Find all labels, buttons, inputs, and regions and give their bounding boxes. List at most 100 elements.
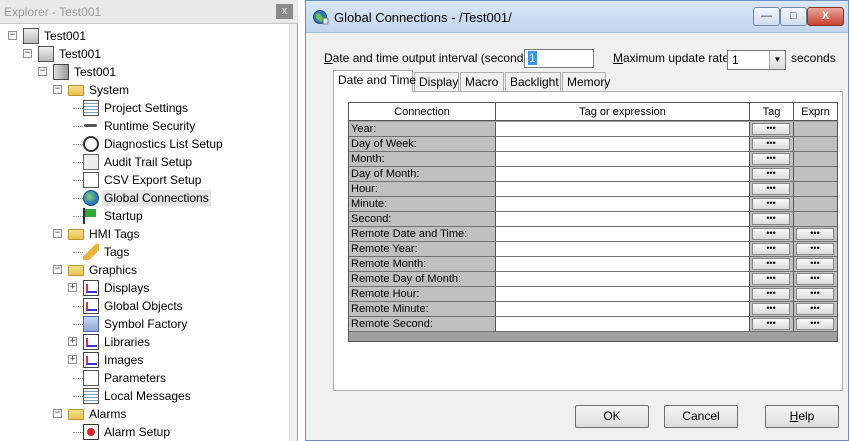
dialog-titlebar[interactable]: Global Connections - /Test001/ — □ X bbox=[306, 1, 848, 33]
tag-expression-cell[interactable] bbox=[496, 242, 750, 257]
collapse-icon[interactable]: − bbox=[53, 409, 62, 418]
tree-item[interactable]: Tags bbox=[0, 243, 290, 261]
tag-browse-button[interactable]: ••• bbox=[752, 213, 790, 225]
expression-editor-button[interactable]: ••• bbox=[796, 318, 834, 330]
ok-button[interactable]: OK bbox=[575, 405, 649, 428]
tree-item[interactable]: + Libraries bbox=[0, 333, 290, 351]
exprn-cell: ••• bbox=[794, 302, 837, 317]
expression-editor-button[interactable]: ••• bbox=[796, 243, 834, 255]
tree-item[interactable]: − Graphics bbox=[0, 261, 290, 279]
tag-expression-cell[interactable] bbox=[496, 197, 750, 212]
help-button[interactable]: Help bbox=[765, 405, 839, 428]
tree-item[interactable]: Global Connections bbox=[0, 189, 290, 207]
expression-editor-button[interactable]: ••• bbox=[796, 228, 834, 240]
interval-value: 1 bbox=[528, 51, 537, 65]
tag-expression-cell[interactable] bbox=[496, 212, 750, 227]
cancel-button[interactable]: Cancel bbox=[664, 405, 738, 428]
tag-browse-button[interactable]: ••• bbox=[752, 228, 790, 240]
tree-connector bbox=[73, 432, 83, 433]
tag-expression-cell[interactable] bbox=[496, 317, 750, 332]
tree-item-label: Alarm Setup bbox=[104, 425, 171, 439]
tag-browse-button[interactable]: ••• bbox=[752, 303, 790, 315]
expand-icon[interactable]: + bbox=[68, 283, 77, 292]
tree-item[interactable]: Startup bbox=[0, 207, 290, 225]
tree-item[interactable]: Runtime Security bbox=[0, 117, 290, 135]
tree-item[interactable]: Alarm Setup bbox=[0, 423, 290, 441]
tag-cell: ••• bbox=[750, 242, 794, 257]
explorer-scrollbar[interactable] bbox=[289, 24, 297, 441]
collapse-icon[interactable]: − bbox=[38, 67, 47, 76]
tree-item[interactable]: Project Settings bbox=[0, 99, 290, 117]
tag-expression-cell[interactable] bbox=[496, 287, 750, 302]
tree-item[interactable]: Symbol Factory bbox=[0, 315, 290, 333]
connection-name: Remote Month: bbox=[349, 257, 496, 272]
expression-editor-button[interactable]: ••• bbox=[796, 273, 834, 285]
tree-item[interactable]: − HMI Tags bbox=[0, 225, 290, 243]
tag-browse-button[interactable]: ••• bbox=[752, 168, 790, 180]
tab-macro[interactable]: Macro bbox=[460, 72, 504, 91]
tag-expression-cell[interactable] bbox=[496, 182, 750, 197]
tag-expression-cell[interactable] bbox=[496, 302, 750, 317]
tab-display[interactable]: Display bbox=[414, 72, 459, 91]
collapse-icon[interactable]: − bbox=[23, 49, 32, 58]
tree-item[interactable]: − Alarms bbox=[0, 405, 290, 423]
chevron-down-icon[interactable]: ▼ bbox=[769, 51, 785, 69]
tree-item[interactable]: Local Messages bbox=[0, 387, 290, 405]
tag-browse-button[interactable]: ••• bbox=[752, 318, 790, 330]
folder-icon bbox=[68, 409, 84, 420]
minimize-button[interactable]: — bbox=[753, 7, 780, 26]
tab-memory[interactable]: Memory bbox=[562, 72, 610, 91]
tree-item[interactable]: − Test001 bbox=[0, 63, 290, 81]
expand-icon[interactable]: + bbox=[68, 337, 77, 346]
tag-browse-button[interactable]: ••• bbox=[752, 138, 790, 150]
connection-name: Remote Second: bbox=[349, 317, 496, 332]
tree-item[interactable]: Global Objects bbox=[0, 297, 290, 315]
tag-expression-cell[interactable] bbox=[496, 227, 750, 242]
tag-cell: ••• bbox=[750, 182, 794, 197]
tag-expression-cell[interactable] bbox=[496, 167, 750, 182]
tree-item-label: Diagnostics List Setup bbox=[104, 137, 223, 151]
tag-expression-cell[interactable] bbox=[496, 152, 750, 167]
interval-input[interactable]: 1 bbox=[524, 49, 594, 68]
expression-editor-button[interactable]: ••• bbox=[796, 303, 834, 315]
collapse-icon[interactable]: − bbox=[8, 31, 17, 40]
expand-icon[interactable]: + bbox=[68, 355, 77, 364]
tab-date-and-time[interactable]: Date and Time bbox=[333, 70, 416, 92]
maximize-button[interactable]: □ bbox=[780, 7, 807, 26]
tag-expression-cell[interactable] bbox=[496, 272, 750, 287]
expression-editor-button[interactable]: ••• bbox=[796, 288, 834, 300]
tree-item[interactable]: − Test001 bbox=[0, 45, 290, 63]
tree-item[interactable]: Parameters bbox=[0, 369, 290, 387]
tag-browse-button[interactable]: ••• bbox=[752, 123, 790, 135]
tag-browse-button[interactable]: ••• bbox=[752, 183, 790, 195]
tree-item[interactable]: CSV Export Setup bbox=[0, 171, 290, 189]
tag-cell: ••• bbox=[750, 167, 794, 182]
collapse-icon[interactable]: − bbox=[53, 265, 62, 274]
tree-item-label: Runtime Security bbox=[104, 119, 196, 133]
tag-browse-button[interactable]: ••• bbox=[752, 243, 790, 255]
tag-expression-cell[interactable] bbox=[496, 122, 750, 137]
tree-item[interactable]: − System bbox=[0, 81, 290, 99]
tree-item[interactable]: Diagnostics List Setup bbox=[0, 135, 290, 153]
expression-editor-button[interactable]: ••• bbox=[796, 258, 834, 270]
tag-browse-button[interactable]: ••• bbox=[752, 153, 790, 165]
tree-item[interactable]: − Test001 bbox=[0, 27, 290, 45]
collapse-icon[interactable]: − bbox=[53, 85, 62, 94]
tag-expression-cell[interactable] bbox=[496, 137, 750, 152]
tag-browse-button[interactable]: ••• bbox=[752, 288, 790, 300]
tree-item[interactable]: Audit Trail Setup bbox=[0, 153, 290, 171]
tag-browse-button[interactable]: ••• bbox=[752, 258, 790, 270]
collapse-icon[interactable]: − bbox=[53, 229, 62, 238]
tree-item[interactable]: + Displays bbox=[0, 279, 290, 297]
dialog-body: Date and time output interval (seconds):… bbox=[313, 34, 843, 436]
tag-browse-button[interactable]: ••• bbox=[752, 198, 790, 210]
tab-backlight[interactable]: Backlight bbox=[505, 72, 561, 91]
tree-item[interactable]: + Images bbox=[0, 351, 290, 369]
explorer-close-button[interactable]: x bbox=[276, 4, 293, 19]
tag-expression-cell[interactable] bbox=[496, 257, 750, 272]
tree-item-label: HMI Tags bbox=[89, 227, 140, 241]
globe-icon bbox=[313, 10, 329, 25]
tag-browse-button[interactable]: ••• bbox=[752, 273, 790, 285]
close-button[interactable]: X bbox=[807, 7, 844, 26]
rate-select[interactable]: 1 ▼ bbox=[727, 50, 786, 70]
